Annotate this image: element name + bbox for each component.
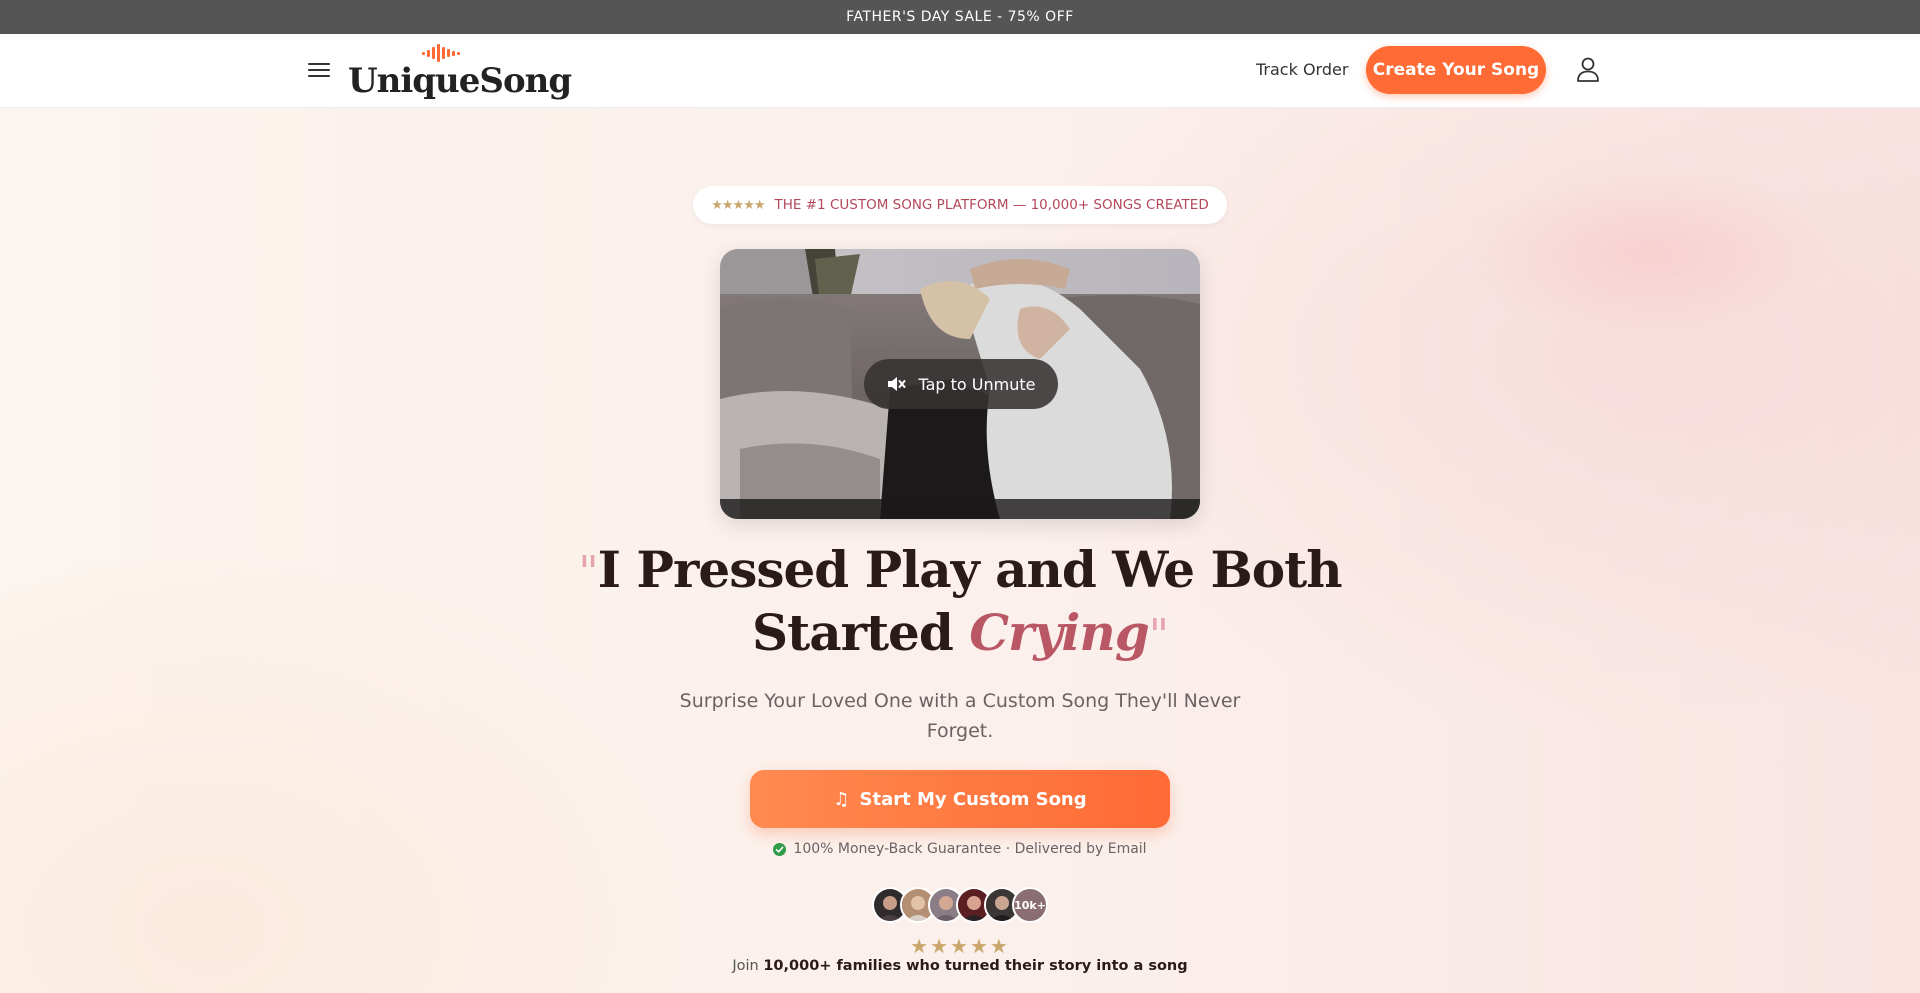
join-text: Join 10,000+ families who turned their s… — [610, 958, 1310, 974]
logo-text: UniqueSong — [348, 61, 572, 101]
check-icon — [773, 842, 787, 856]
open-quote: " — [578, 547, 598, 598]
user-account-icon[interactable] — [1576, 56, 1600, 82]
announcement-text: FATHER'S DAY SALE - 75% OFF — [846, 9, 1074, 25]
hero-section: ★★★★★ THE #1 CUSTOM SONG PLATFORM — 10,0… — [0, 108, 1920, 993]
platform-badge: ★★★★★ THE #1 CUSTOM SONG PLATFORM — 10,0… — [693, 186, 1227, 224]
logo[interactable]: UniqueSong — [348, 44, 572, 101]
headline-emphasis: Crying — [969, 603, 1149, 662]
badge-text: THE #1 CUSTOM SONG PLATFORM — 10,000+ SO… — [774, 197, 1209, 213]
unmute-label: Tap to Unmute — [918, 374, 1036, 394]
customer-avatars: 10k+ — [872, 887, 1048, 923]
hero-subtitle: Surprise Your Loved One with a Custom So… — [679, 690, 1241, 742]
join-prefix: Join — [732, 958, 759, 974]
headline-line1: I Pressed Play and We Both — [597, 540, 1343, 599]
start-custom-song-button[interactable]: ♫ Start My Custom Song — [750, 770, 1170, 828]
cta-label: Start My Custom Song — [859, 788, 1087, 810]
guarantee-text: 100% Money-Back Guarantee · Delivered by… — [793, 841, 1147, 857]
close-quote: " — [1148, 610, 1169, 661]
announcement-bar: FATHER'S DAY SALE - 75% OFF — [0, 0, 1920, 34]
track-order-link[interactable]: Track Order — [1256, 60, 1348, 79]
sound-wave-icon — [422, 44, 460, 62]
menu-icon[interactable] — [308, 59, 330, 81]
guarantee-line: 100% Money-Back Guarantee · Delivered by… — [660, 841, 1260, 857]
join-bold: 10,000+ families who turned their story … — [763, 958, 1188, 974]
tap-to-unmute-button[interactable]: Tap to Unmute — [864, 359, 1058, 409]
headline-line2-prefix: Started — [752, 603, 954, 662]
rating-stars: ★★★★★ — [910, 936, 1010, 958]
hero-headline: "I Pressed Play and We Both Started Cryi… — [560, 540, 1360, 666]
avatar-count-badge: 10k+ — [1012, 887, 1048, 923]
badge-stars: ★★★★★ — [711, 197, 765, 212]
testimonial-video[interactable]: Tap to Unmute — [720, 249, 1200, 519]
music-note-icon: ♫ — [833, 788, 850, 810]
site-header: UniqueSong Track Order Create Your Song — [0, 34, 1920, 108]
muted-speaker-icon — [888, 377, 906, 391]
create-your-song-button[interactable]: Create Your Song — [1366, 46, 1546, 94]
